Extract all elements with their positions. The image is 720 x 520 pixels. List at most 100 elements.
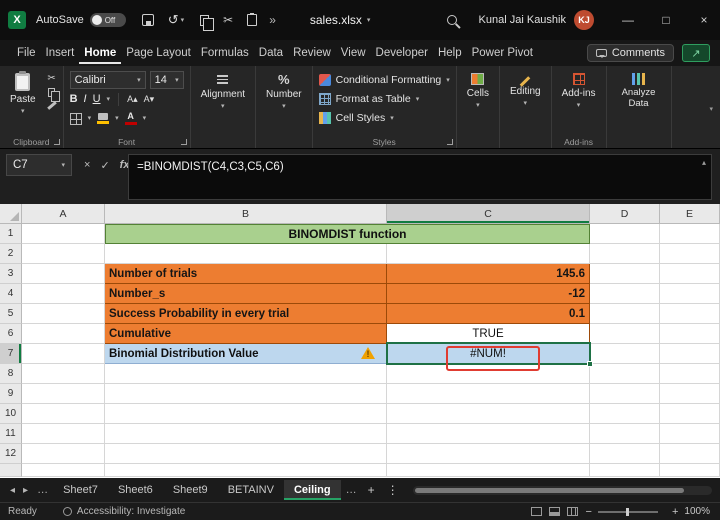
cell[interactable] xyxy=(660,304,720,324)
italic-button[interactable]: I xyxy=(84,94,87,105)
sheet-tab-sheet7[interactable]: Sheet7 xyxy=(53,480,108,500)
cell[interactable] xyxy=(22,264,105,284)
zoom-slider[interactable] xyxy=(597,507,658,516)
cell[interactable] xyxy=(590,264,660,284)
cell[interactable] xyxy=(660,444,720,464)
cell[interactable] xyxy=(387,464,590,477)
menu-tab-formulas[interactable]: Formulas xyxy=(196,42,254,64)
cell[interactable] xyxy=(590,464,660,477)
cell[interactable] xyxy=(105,444,387,464)
row-header-8[interactable]: 8 xyxy=(0,364,22,384)
analyze-data-button[interactable]: Analyze Data xyxy=(613,71,665,135)
dialog-launcher-icon[interactable] xyxy=(180,139,187,145)
select-all-corner[interactable] xyxy=(0,204,22,224)
cell[interactable] xyxy=(105,384,387,404)
cell[interactable] xyxy=(387,244,590,264)
row-header-2[interactable]: 2 xyxy=(0,244,22,264)
font-color-button[interactable]: A xyxy=(124,112,137,125)
format-as-table-button[interactable]: Format as Table ▾ xyxy=(318,90,450,108)
paste-icon[interactable] xyxy=(247,13,258,26)
autosave-toggle[interactable]: Off xyxy=(89,13,126,27)
page-break-view-icon[interactable] xyxy=(566,507,578,516)
cell[interactable] xyxy=(105,364,387,384)
caret-down-icon[interactable]: ▾ xyxy=(88,115,92,122)
cell-styles-button[interactable]: Cell Styles ▾ xyxy=(318,109,450,127)
cell[interactable] xyxy=(660,264,720,284)
column-header-d[interactable]: D xyxy=(590,204,660,224)
tab-overflow-right-icon[interactable]: … xyxy=(341,484,362,496)
column-header-b[interactable]: B xyxy=(105,204,387,224)
zoom-slider-knob[interactable] xyxy=(625,507,629,516)
share-button[interactable]: ↗ xyxy=(682,44,710,62)
menu-tab-home[interactable]: Home xyxy=(79,42,121,64)
cancel-icon[interactable]: × xyxy=(84,159,90,172)
sheet-tab-ceiling[interactable]: Ceiling xyxy=(283,480,341,500)
formula-bar-collapse-icon[interactable]: ▴ xyxy=(702,158,706,167)
cell[interactable] xyxy=(22,384,105,404)
cell-c3[interactable]: 145.6 xyxy=(387,264,590,284)
cell[interactable] xyxy=(660,424,720,444)
cell[interactable] xyxy=(590,384,660,404)
row-header-7[interactable]: 7 xyxy=(0,344,22,364)
cell[interactable] xyxy=(660,324,720,344)
cell[interactable] xyxy=(387,404,590,424)
sheet-tab-sheet9[interactable]: Sheet9 xyxy=(163,480,218,500)
cell[interactable] xyxy=(387,424,590,444)
cell-c6[interactable]: TRUE xyxy=(387,324,590,344)
cell[interactable] xyxy=(22,344,105,364)
paste-button[interactable]: Paste ▾ xyxy=(6,71,40,135)
cell[interactable] xyxy=(660,344,720,364)
search-button[interactable] xyxy=(446,15,457,25)
cell-b3[interactable]: Number of trials xyxy=(105,264,387,284)
menu-tab-help[interactable]: Help xyxy=(433,42,467,64)
zoom-in-icon[interactable]: + xyxy=(672,506,678,518)
cell[interactable] xyxy=(660,404,720,424)
fill-color-button[interactable] xyxy=(97,113,110,124)
cell[interactable] xyxy=(660,364,720,384)
cell[interactable] xyxy=(590,424,660,444)
increase-font-button[interactable]: A▴ xyxy=(127,94,138,105)
cell-b6[interactable]: Cumulative xyxy=(105,324,387,344)
avatar[interactable]: KJ xyxy=(574,10,594,30)
row-header-11[interactable]: 11 xyxy=(0,424,22,444)
cell[interactable] xyxy=(22,244,105,264)
cell[interactable] xyxy=(22,404,105,424)
cell[interactable] xyxy=(22,364,105,384)
cell[interactable] xyxy=(105,424,387,444)
caret-down-icon[interactable]: ▾ xyxy=(143,115,147,122)
borders-icon[interactable] xyxy=(69,112,82,125)
dialog-launcher-icon[interactable] xyxy=(446,139,453,145)
font-name-select[interactable]: Calibri ▾ xyxy=(69,71,146,89)
enter-check-icon[interactable]: ✓ xyxy=(100,159,109,172)
sheet-tab-sheet6[interactable]: Sheet6 xyxy=(108,480,163,500)
row-header-10[interactable]: 10 xyxy=(0,404,22,424)
cell[interactable] xyxy=(22,224,105,244)
cell[interactable] xyxy=(105,464,387,477)
horizontal-scrollbar[interactable] xyxy=(412,485,712,495)
tab-overflow-left-icon[interactable]: … xyxy=(32,484,53,496)
maximize-button[interactable]: □ xyxy=(650,13,682,27)
comments-button[interactable]: Comments xyxy=(586,44,674,62)
cell[interactable] xyxy=(590,324,660,344)
row-header-1[interactable]: 1 xyxy=(0,224,22,244)
cell[interactable] xyxy=(22,324,105,344)
column-header-c[interactable]: C xyxy=(387,204,590,224)
row-header-6[interactable]: 6 xyxy=(0,324,22,344)
row-header-9[interactable]: 9 xyxy=(0,384,22,404)
cell[interactable] xyxy=(590,364,660,384)
row-header-3[interactable]: 3 xyxy=(0,264,22,284)
cell[interactable] xyxy=(590,444,660,464)
tab-scroll-left-icon[interactable]: ◂ xyxy=(6,485,19,496)
menu-tab-data[interactable]: Data xyxy=(254,42,288,64)
editing-button[interactable]: Editing ▾ xyxy=(506,71,545,135)
column-header-a[interactable]: A xyxy=(22,204,105,224)
cell[interactable] xyxy=(590,304,660,324)
cell[interactable] xyxy=(22,424,105,444)
cell[interactable] xyxy=(660,244,720,264)
cell-c5[interactable]: 0.1 xyxy=(387,304,590,324)
cell-b4[interactable]: Number_s xyxy=(105,284,387,304)
row-header-4[interactable]: 4 xyxy=(0,284,22,304)
cell[interactable] xyxy=(22,464,105,477)
toolbar-overflow-icon[interactable]: » xyxy=(269,13,276,27)
cell[interactable] xyxy=(590,344,660,364)
